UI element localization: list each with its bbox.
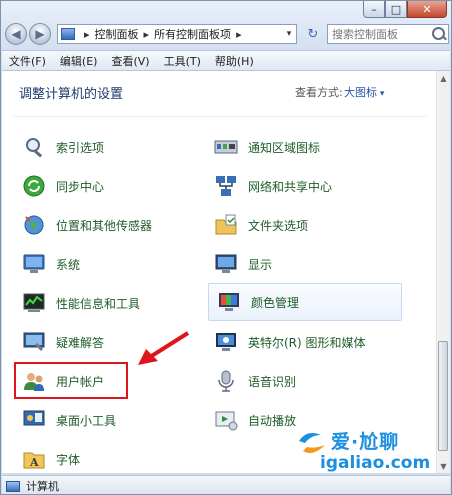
item-label: 字体 <box>56 452 81 467</box>
item-label: 英特尔(R) 图形和媒体 <box>248 335 366 350</box>
view-by-label: 查看方式: <box>295 86 343 99</box>
breadcrumb-separator-icon: ▸ <box>143 27 150 41</box>
back-button[interactable]: ◀ <box>5 23 27 45</box>
scroll-up-icon[interactable]: ▲ <box>437 71 450 85</box>
control-panel-window: – □ ✕ ◀ ▶ ▸ 控制面板 ▸ 所有控制面板项 ▸ ▾ ↻ 文件(F) 编… <box>0 0 452 495</box>
control-panel-icon <box>61 28 75 40</box>
item-location-sensors[interactable]: 位置和其他传感器 <box>22 209 152 241</box>
forward-button[interactable]: ▶ <box>29 23 51 45</box>
item-label: 语音识别 <box>248 374 297 389</box>
maximize-button[interactable]: □ <box>385 1 407 18</box>
item-label: 通知区域图标 <box>248 140 321 155</box>
minimize-button[interactable]: – <box>363 1 385 18</box>
notification-area-icon <box>214 135 238 159</box>
watermark-url: igaliao.com <box>320 453 431 473</box>
caption-buttons: – □ ✕ <box>363 1 447 18</box>
network-icon <box>214 174 238 198</box>
breadcrumb-separator-icon: ▸ <box>84 27 90 41</box>
page-title: 调整计算机的设置 <box>19 87 124 102</box>
vertical-scrollbar[interactable]: ▲ ▼ <box>436 71 450 473</box>
divider <box>14 116 426 117</box>
forward-arrow-icon: ▶ <box>35 27 45 41</box>
menu-edit[interactable]: 编辑(E) <box>53 53 105 69</box>
menu-view[interactable]: 查看(V) <box>104 53 156 69</box>
item-indexing-options[interactable]: 索引选项 <box>22 131 104 163</box>
item-label: 显示 <box>248 257 273 272</box>
breadcrumb-separator-icon[interactable]: ▸ <box>236 28 242 41</box>
search-box[interactable] <box>327 24 449 44</box>
menu-tools[interactable]: 工具(T) <box>157 53 208 69</box>
item-troubleshooting[interactable]: 疑难解答 <box>22 326 104 358</box>
item-label: 网络和共享中心 <box>248 179 333 194</box>
performance-meter-icon <box>22 291 46 315</box>
item-performance[interactable]: 性能信息和工具 <box>22 287 140 319</box>
folder-options-icon <box>214 213 238 237</box>
address-bar[interactable]: ▸ 控制面板 ▸ 所有控制面板项 ▸ ▾ <box>57 24 297 44</box>
item-label: 系统 <box>56 257 81 272</box>
item-label: 疑难解答 <box>56 335 105 350</box>
computer-icon <box>6 480 20 492</box>
view-by-dropdown[interactable]: 大图标 <box>344 84 384 100</box>
red-pointer-arrow-icon <box>138 331 190 365</box>
item-notification-icons[interactable]: 通知区域图标 <box>214 131 320 163</box>
item-color-management[interactable]: 颜色管理 <box>208 283 402 321</box>
menu-file[interactable]: 文件(F) <box>2 53 53 69</box>
item-network-sharing[interactable]: 网络和共享中心 <box>214 170 332 202</box>
microphone-icon <box>214 369 238 393</box>
item-intel-graphics[interactable]: 英特尔(R) 图形和媒体 <box>214 326 366 358</box>
item-label: 性能信息和工具 <box>56 296 141 311</box>
item-label: 自动播放 <box>248 413 297 428</box>
item-sync-center[interactable]: 同步中心 <box>22 170 104 202</box>
display-icon <box>214 252 238 276</box>
menu-help[interactable]: 帮助(H) <box>208 53 261 69</box>
item-display[interactable]: 显示 <box>214 248 272 280</box>
troubleshoot-icon <box>22 330 46 354</box>
intel-graphics-icon <box>214 330 238 354</box>
breadcrumb-control-panel[interactable]: 控制面板 <box>95 26 139 42</box>
font-folder-icon: A <box>22 447 46 471</box>
status-bar: 计算机 <box>2 475 450 494</box>
item-label: 索引选项 <box>56 140 105 155</box>
status-text: 计算机 <box>26 480 59 493</box>
gadgets-icon <box>22 408 46 432</box>
item-label: 文件夹选项 <box>248 218 309 233</box>
refresh-button[interactable]: ↻ <box>301 24 325 44</box>
watermark: 爱·尬聊 igaliao.com <box>297 425 447 475</box>
item-label: 颜色管理 <box>251 295 300 310</box>
content-pane: 调整计算机的设置 查看方式: 大图标 索引选项 同步中心 位置和其他传感器 <box>2 71 450 473</box>
computer-icon <box>22 252 46 276</box>
breadcrumb-all-items[interactable]: 所有控制面板项 <box>154 26 231 42</box>
close-button[interactable]: ✕ <box>407 1 447 18</box>
color-management-icon <box>217 290 241 314</box>
item-fonts[interactable]: A 字体 <box>22 443 80 473</box>
svg-text:A: A <box>29 456 39 469</box>
address-dropdown-icon[interactable]: ▾ <box>282 29 296 39</box>
watermark-title: 爱·尬聊 <box>331 431 400 453</box>
globe-sensor-icon <box>22 213 46 237</box>
item-system[interactable]: 系统 <box>22 248 80 280</box>
item-label: 同步中心 <box>56 179 105 194</box>
item-folder-options[interactable]: 文件夹选项 <box>214 209 308 241</box>
menu-bar: 文件(F) 编辑(E) 查看(V) 工具(T) 帮助(H) <box>2 50 450 71</box>
magnifier-icon <box>22 135 46 159</box>
item-autoplay[interactable]: 自动播放 <box>214 404 296 436</box>
search-input[interactable] <box>328 25 432 43</box>
navigation-bar: ◀ ▶ ▸ 控制面板 ▸ 所有控制面板项 ▸ ▾ ↻ <box>5 23 449 47</box>
item-speech-recognition[interactable]: 语音识别 <box>214 365 296 397</box>
item-label: 桌面小工具 <box>56 413 117 428</box>
highlight-box <box>14 362 128 399</box>
back-arrow-icon: ◀ <box>11 27 21 41</box>
autoplay-icon <box>214 408 238 432</box>
item-label: 位置和其他传感器 <box>56 218 153 233</box>
item-desktop-gadgets[interactable]: 桌面小工具 <box>22 404 116 436</box>
search-icon[interactable] <box>432 27 445 40</box>
sync-icon <box>22 174 46 198</box>
